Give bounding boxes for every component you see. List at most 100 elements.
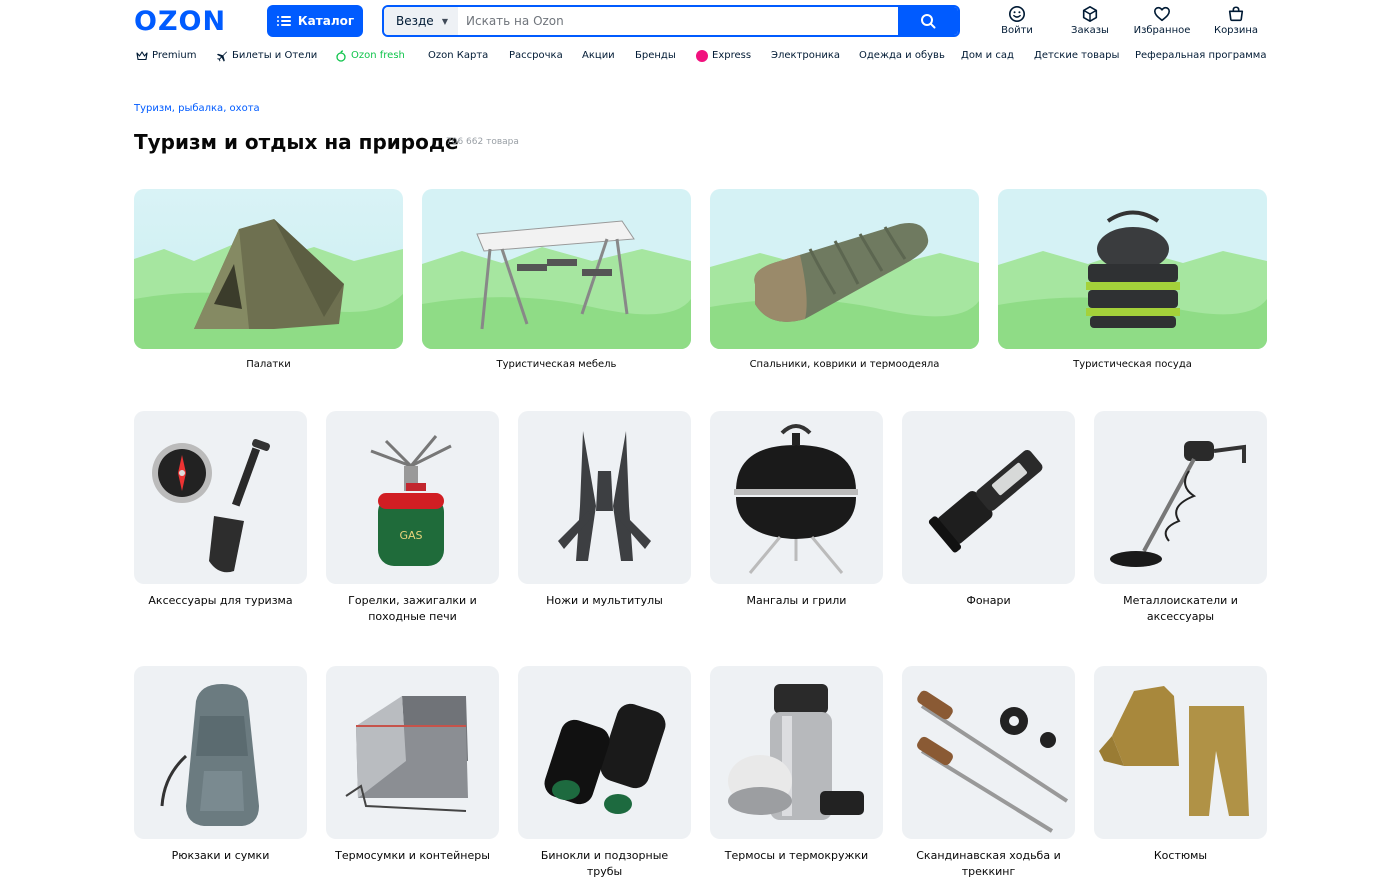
ozon-logo[interactable]: OZON [134, 8, 226, 36]
category-label: Фонари [966, 594, 1011, 607]
nav-label: Premium [152, 50, 197, 61]
category-label: Горелки, зажигалки и походные печи [348, 594, 477, 623]
search-icon [921, 14, 936, 29]
category-label: Спальники, коврики и термоодеяла [749, 359, 940, 370]
nav-item-referral[interactable]: Реферальная программа [1135, 48, 1266, 64]
trekking-poles-image [902, 666, 1075, 839]
nav-item-promotions[interactable]: Акции [582, 48, 615, 64]
breadcrumb[interactable]: Туризм, рыбалка, охота [134, 103, 260, 114]
search-bar: Везде ▼ [382, 5, 960, 37]
nav-item-installment[interactable]: Рассрочка [509, 48, 563, 64]
favorites-label: Избранное [1133, 25, 1191, 36]
nav-item-ozon-fresh[interactable]: Ozon fresh [335, 48, 405, 64]
category-accessories[interactable]: Аксессуары для туризма [134, 411, 307, 609]
tent-image [134, 189, 403, 349]
nav-label: Ozon fresh [351, 50, 405, 61]
favorites-button[interactable]: Избранное [1122, 5, 1202, 36]
category-label: Туристическая мебель [496, 359, 617, 370]
featured-category-tents[interactable]: Палатки [134, 189, 403, 370]
catalog-button[interactable]: Каталог [267, 5, 363, 37]
thermos-image [710, 666, 883, 839]
orders-button[interactable]: Заказы [1050, 5, 1130, 36]
search-button[interactable] [898, 7, 958, 35]
category-label: Термосумки и контейнеры [335, 849, 490, 862]
category-label: Палатки [246, 359, 291, 370]
category-backpacks[interactable]: Рюкзаки и сумки [134, 666, 307, 864]
cooler-bag-image [326, 666, 499, 839]
nav-item-brands[interactable]: Бренды [635, 48, 676, 64]
svg-text:GAS: GAS [399, 529, 422, 542]
nav-item-tickets[interactable]: Билеты и Отели [216, 48, 317, 64]
compass-shovel-image [134, 411, 307, 584]
category-binoculars[interactable]: Бинокли и подзорные трубы [518, 666, 691, 880]
category-grills[interactable]: Мангалы и грили [710, 411, 883, 609]
featured-category-cookware[interactable]: Туристическая посуда [998, 189, 1267, 370]
nav-item-express[interactable]: Express [696, 48, 751, 64]
category-label: Бинокли и подзорные трубы [540, 849, 669, 878]
suit-image [1094, 666, 1267, 839]
top-nav: Premium Билеты и Отели Ozon fresh Ozon К… [134, 48, 1284, 66]
grill-image [710, 411, 883, 584]
nav-label: Реферальная программа [1135, 50, 1267, 61]
binoculars-image [518, 666, 691, 839]
featured-category-furniture[interactable]: Туристическая мебель [422, 189, 691, 370]
express-icon [696, 50, 708, 62]
category-knives[interactable]: Ножи и мультитулы [518, 411, 691, 609]
category-label: Мангалы и грили [746, 594, 847, 607]
page-title: Туризм и отдых на природе [134, 130, 459, 154]
category-metal-detectors[interactable]: Металлоискатели и аксессуары [1094, 411, 1267, 625]
category-label: Аксессуары для туризма [148, 594, 293, 607]
nav-item-ozon-card[interactable]: Ozon Карта [428, 48, 488, 64]
login-button[interactable]: Войти [977, 5, 1057, 36]
nav-label: Билеты и Отели [232, 50, 318, 61]
category-label: Термосы и термокружки [724, 849, 869, 862]
nav-label: Рассрочка [509, 50, 563, 61]
gas-burner-image: GAS [326, 411, 499, 584]
cookware-image [998, 189, 1267, 349]
plane-icon [217, 51, 227, 62]
category-thermoses[interactable]: Термосы и термокружки [710, 666, 883, 864]
category-suits[interactable]: Костюмы [1094, 666, 1267, 864]
heart-icon [1153, 6, 1171, 22]
category-label: Рюкзаки и сумки [171, 849, 270, 862]
orders-label: Заказы [1071, 25, 1109, 36]
nav-item-home-garden[interactable]: Дом и сад [961, 48, 1014, 64]
login-label: Войти [1001, 25, 1033, 36]
cart-button[interactable]: Корзина [1196, 5, 1276, 36]
nav-label: Express [712, 50, 752, 61]
featured-category-sleeping-bags[interactable]: Спальники, коврики и термоодеяла [710, 189, 979, 370]
nav-item-premium[interactable]: Premium [136, 48, 197, 64]
category-burners[interactable]: GAS Горелки, зажигалки и походные печи [326, 411, 499, 625]
nav-item-kids[interactable]: Детские товары [1034, 48, 1119, 64]
multitool-image [518, 411, 691, 584]
camping-table-image [422, 189, 691, 349]
category-trekking[interactable]: Скандинавская ходьба и треккинг [902, 666, 1075, 880]
nav-label: Детские товары [1034, 50, 1120, 61]
category-label: Костюмы [1153, 849, 1208, 862]
nav-label: Одежда и обувь [859, 50, 945, 61]
nav-label: Дом и сад [961, 50, 1014, 61]
nav-item-electronics[interactable]: Электроника [771, 48, 840, 64]
fresh-icon [336, 50, 346, 62]
nav-label: Бренды [635, 50, 676, 61]
header: OZON Каталог Везде ▼ Войти Заказы Избран… [0, 0, 1393, 44]
sleeping-bag-image [710, 189, 979, 349]
chevron-down-icon: ▼ [441, 16, 448, 26]
search-scope-label: Везде [396, 14, 434, 28]
nav-label: Ozon Карта [428, 50, 489, 61]
category-label: Туристическая посуда [1073, 359, 1192, 370]
flashlight-image [902, 411, 1075, 584]
product-count: 706 662 товара [446, 137, 519, 147]
category-label: Ножи и мультитулы [546, 594, 663, 607]
search-input[interactable] [458, 7, 898, 35]
backpack-image [134, 666, 307, 839]
box-icon [1082, 5, 1098, 23]
crown-icon [136, 51, 148, 61]
nav-label: Акции [582, 50, 615, 61]
metal-detector-image [1094, 411, 1267, 584]
cart-label: Корзина [1213, 25, 1259, 36]
search-scope-select[interactable]: Везде ▼ [384, 7, 458, 35]
category-cooler-bags[interactable]: Термосумки и контейнеры [326, 666, 499, 864]
category-flashlights[interactable]: Фонари [902, 411, 1075, 609]
nav-item-clothing[interactable]: Одежда и обувь [859, 48, 945, 64]
